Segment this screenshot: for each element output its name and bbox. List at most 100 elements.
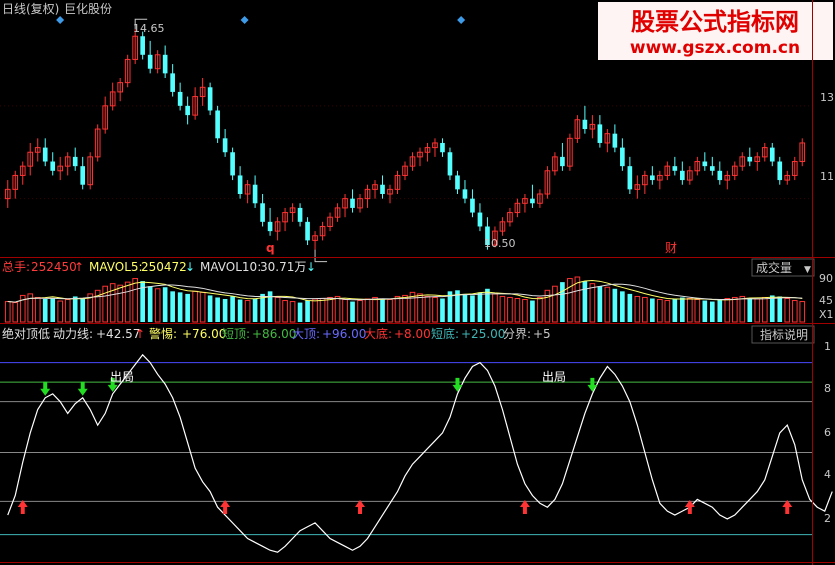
marker-cai: 财 <box>665 241 677 255</box>
volume-total-label: 总手: <box>2 260 30 274</box>
volume-bar <box>761 296 768 323</box>
volume-bar <box>754 298 761 323</box>
indicator-axis-4: 4 <box>824 468 831 481</box>
candle-body <box>147 54 153 69</box>
chevron-down-icon[interactable]: ▼ <box>804 265 811 275</box>
volume-bar <box>612 288 618 322</box>
volume-bar <box>117 284 124 323</box>
mavol10-arrow: ↓ <box>306 260 316 274</box>
arrow-shape <box>587 377 598 392</box>
volume-bar <box>522 299 528 323</box>
volume-bar <box>747 297 753 322</box>
volume-bar <box>162 287 168 322</box>
volume-bar <box>507 296 513 323</box>
volume-bar <box>784 297 791 323</box>
candle-body <box>260 203 265 222</box>
volume-axis-x1: X1 <box>819 308 834 321</box>
volume-bar <box>4 301 11 323</box>
candle-body <box>222 138 228 153</box>
volume-bar <box>282 300 288 323</box>
volume-bar <box>342 299 348 323</box>
volume-bar <box>380 298 385 322</box>
volume-bar <box>462 293 468 322</box>
volume-bar <box>57 300 64 323</box>
candle-body <box>620 147 625 167</box>
indicator-panel <box>0 353 833 553</box>
volume-bar <box>672 299 678 322</box>
volume-bar <box>477 292 483 322</box>
volume-bar <box>237 299 243 322</box>
candle-body <box>702 161 708 167</box>
candle-body <box>177 91 183 106</box>
volume-bar <box>102 285 109 323</box>
volume-bar <box>799 301 806 323</box>
candle-body <box>207 87 213 111</box>
volume-bar <box>717 299 723 322</box>
indicator-axis-8: 8 <box>824 382 831 395</box>
volume-bar <box>702 300 708 322</box>
sell-arrow-icon <box>40 381 51 396</box>
short-bottom-label: 短底: <box>431 326 459 341</box>
volume-bar <box>215 297 220 322</box>
volume-dropdown[interactable]: 成交量 ▼ <box>751 258 815 277</box>
watermark-title: 股票公式指标网 <box>631 8 799 36</box>
volume-bar <box>709 301 715 322</box>
price-axis-11: 11 <box>820 170 834 183</box>
volume-bar <box>686 297 693 323</box>
candle-body <box>440 142 445 153</box>
indicator-help-label[interactable]: 指标说明 <box>760 327 808 342</box>
volume-bar <box>440 298 445 322</box>
volume-total-value: 252450 <box>31 260 77 274</box>
candle-body <box>162 54 168 74</box>
arrow-shape <box>452 377 463 392</box>
low-marker-line <box>314 249 328 263</box>
indicator-help-button[interactable]: 指标说明 <box>751 325 815 344</box>
chart-type-label[interactable]: 日线(复权) <box>2 2 59 16</box>
volume-bar <box>387 299 393 323</box>
volume-bar <box>694 299 701 323</box>
volume-bar <box>560 282 565 322</box>
sell-arrow-icon <box>452 377 463 392</box>
candle-body <box>477 212 483 227</box>
sell-arrow-icon <box>77 381 88 396</box>
volume-bar <box>72 296 78 322</box>
price-axis-13: 13 <box>820 91 834 104</box>
candle-body <box>717 170 723 181</box>
volume-bar <box>402 294 408 323</box>
mavol10-value: 30.71万 <box>260 260 306 274</box>
volume-bar <box>327 296 333 323</box>
candle-body <box>140 36 145 55</box>
volume-bar <box>289 301 296 323</box>
volume-bar <box>627 293 633 322</box>
candle-body <box>530 198 535 204</box>
candle-body <box>447 152 453 176</box>
volume-bar <box>769 295 775 322</box>
exit-label-1: 出局 <box>110 370 134 384</box>
volume-bar <box>394 295 401 323</box>
separator-label: 分界: <box>503 327 531 341</box>
buy-arrow-icon <box>355 500 366 514</box>
bottom-label: 大底: <box>364 326 392 341</box>
candle-body <box>462 189 468 199</box>
volume-bar <box>432 296 438 323</box>
short-top-value: +86.00 <box>252 327 296 341</box>
volume-bar <box>364 298 371 323</box>
arrow-shape <box>40 381 51 396</box>
candle-body <box>252 184 258 204</box>
candle-body <box>680 170 685 181</box>
volume-bar <box>739 295 746 323</box>
volume-bar <box>417 293 423 323</box>
candle-body <box>709 166 715 171</box>
candle-body <box>777 161 783 181</box>
volume-bar <box>222 299 228 322</box>
volume-bar <box>42 299 48 322</box>
top-value: +96.00 <box>322 327 366 341</box>
volume-bar <box>604 286 611 323</box>
volume-dropdown-label[interactable]: 成交量 <box>756 260 792 275</box>
power-line-curve <box>7 353 833 553</box>
volume-bar <box>642 296 648 323</box>
volume-bar <box>791 300 798 323</box>
volume-bar <box>50 297 56 322</box>
volume-bar <box>124 281 131 323</box>
candle-body <box>215 110 220 139</box>
